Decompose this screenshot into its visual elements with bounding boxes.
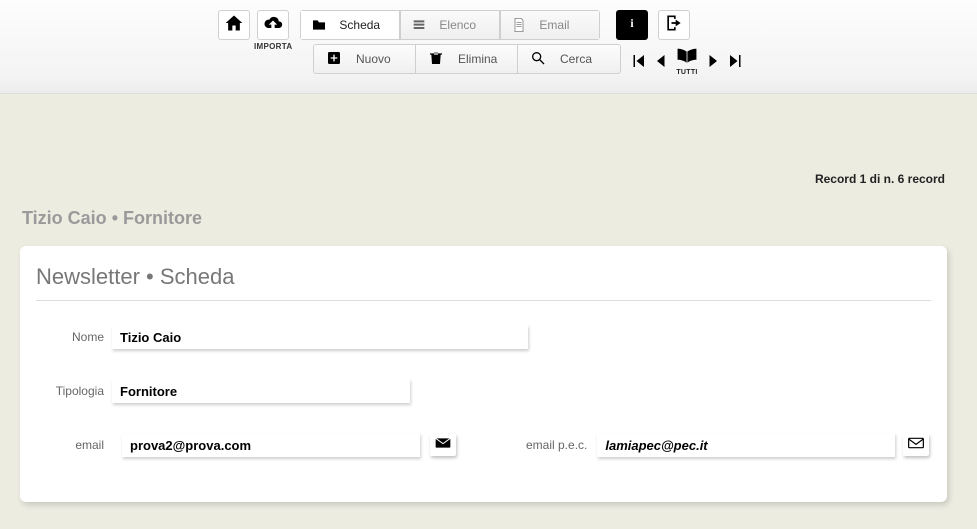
- tab-label: Elenco: [439, 18, 476, 32]
- send-email-button[interactable]: [430, 434, 456, 456]
- action-label: Elimina: [458, 52, 497, 66]
- folder-icon: [311, 17, 327, 33]
- info-button[interactable]: i: [616, 10, 648, 40]
- record-counter: Record 1 di n. 6 record: [815, 172, 945, 186]
- record-navigation: TUTTI: [628, 46, 746, 76]
- tab-label: Email: [539, 18, 569, 32]
- tipologia-input[interactable]: [112, 379, 410, 403]
- email-input[interactable]: [122, 433, 420, 457]
- home-icon: [224, 13, 244, 38]
- exit-icon: [664, 13, 684, 38]
- cerca-button[interactable]: Cerca: [518, 45, 620, 73]
- envelope-icon: [435, 436, 451, 454]
- email-label: email: [36, 438, 112, 452]
- email-pec-label: email p.e.c.: [526, 438, 587, 452]
- envelope-outline-icon: [908, 436, 924, 454]
- nuovo-button[interactable]: Nuovo: [314, 45, 416, 73]
- nav-next-button[interactable]: [704, 49, 724, 73]
- page-title: Tizio Caio • Fornitore: [22, 208, 202, 229]
- import-button[interactable]: [257, 10, 289, 40]
- nome-label: Nome: [36, 330, 112, 344]
- action-label: Nuovo: [356, 52, 391, 66]
- list-icon: [411, 17, 427, 33]
- trash-icon: [428, 50, 444, 69]
- toolbar: IMPORTA Scheda Elenco Email: [0, 0, 977, 94]
- cloud-upload-icon: [263, 13, 283, 38]
- nav-first-button[interactable]: [628, 49, 648, 73]
- tab-email[interactable]: Email: [500, 10, 600, 40]
- book-icon: [676, 46, 698, 69]
- nav-prev-button[interactable]: [650, 49, 670, 73]
- document-icon: [511, 17, 527, 33]
- nav-all-button[interactable]: TUTTI: [676, 46, 698, 76]
- tipologia-label: Tipologia: [36, 384, 112, 398]
- card-title: Newsletter • Scheda: [36, 264, 931, 301]
- content-area: Record 1 di n. 6 record Tizio Caio • For…: [0, 94, 977, 529]
- plus-icon: [326, 50, 342, 69]
- tutti-label: TUTTI: [676, 69, 697, 76]
- record-card: Newsletter • Scheda Nome Tipologia email…: [20, 246, 947, 502]
- tab-label: Scheda: [339, 18, 380, 32]
- nav-last-button[interactable]: [726, 49, 746, 73]
- elimina-button[interactable]: Elimina: [416, 45, 518, 73]
- search-icon: [530, 50, 546, 69]
- tab-scheda[interactable]: Scheda: [300, 10, 400, 40]
- exit-button[interactable]: [658, 10, 690, 40]
- info-icon: i: [622, 13, 642, 38]
- import-label: IMPORTA: [254, 42, 292, 51]
- nome-input[interactable]: [112, 325, 528, 349]
- action-label: Cerca: [560, 52, 592, 66]
- home-button[interactable]: [218, 10, 250, 40]
- email-pec-input[interactable]: [597, 433, 895, 457]
- tab-elenco[interactable]: Elenco: [400, 10, 500, 40]
- send-pec-button[interactable]: [903, 434, 929, 456]
